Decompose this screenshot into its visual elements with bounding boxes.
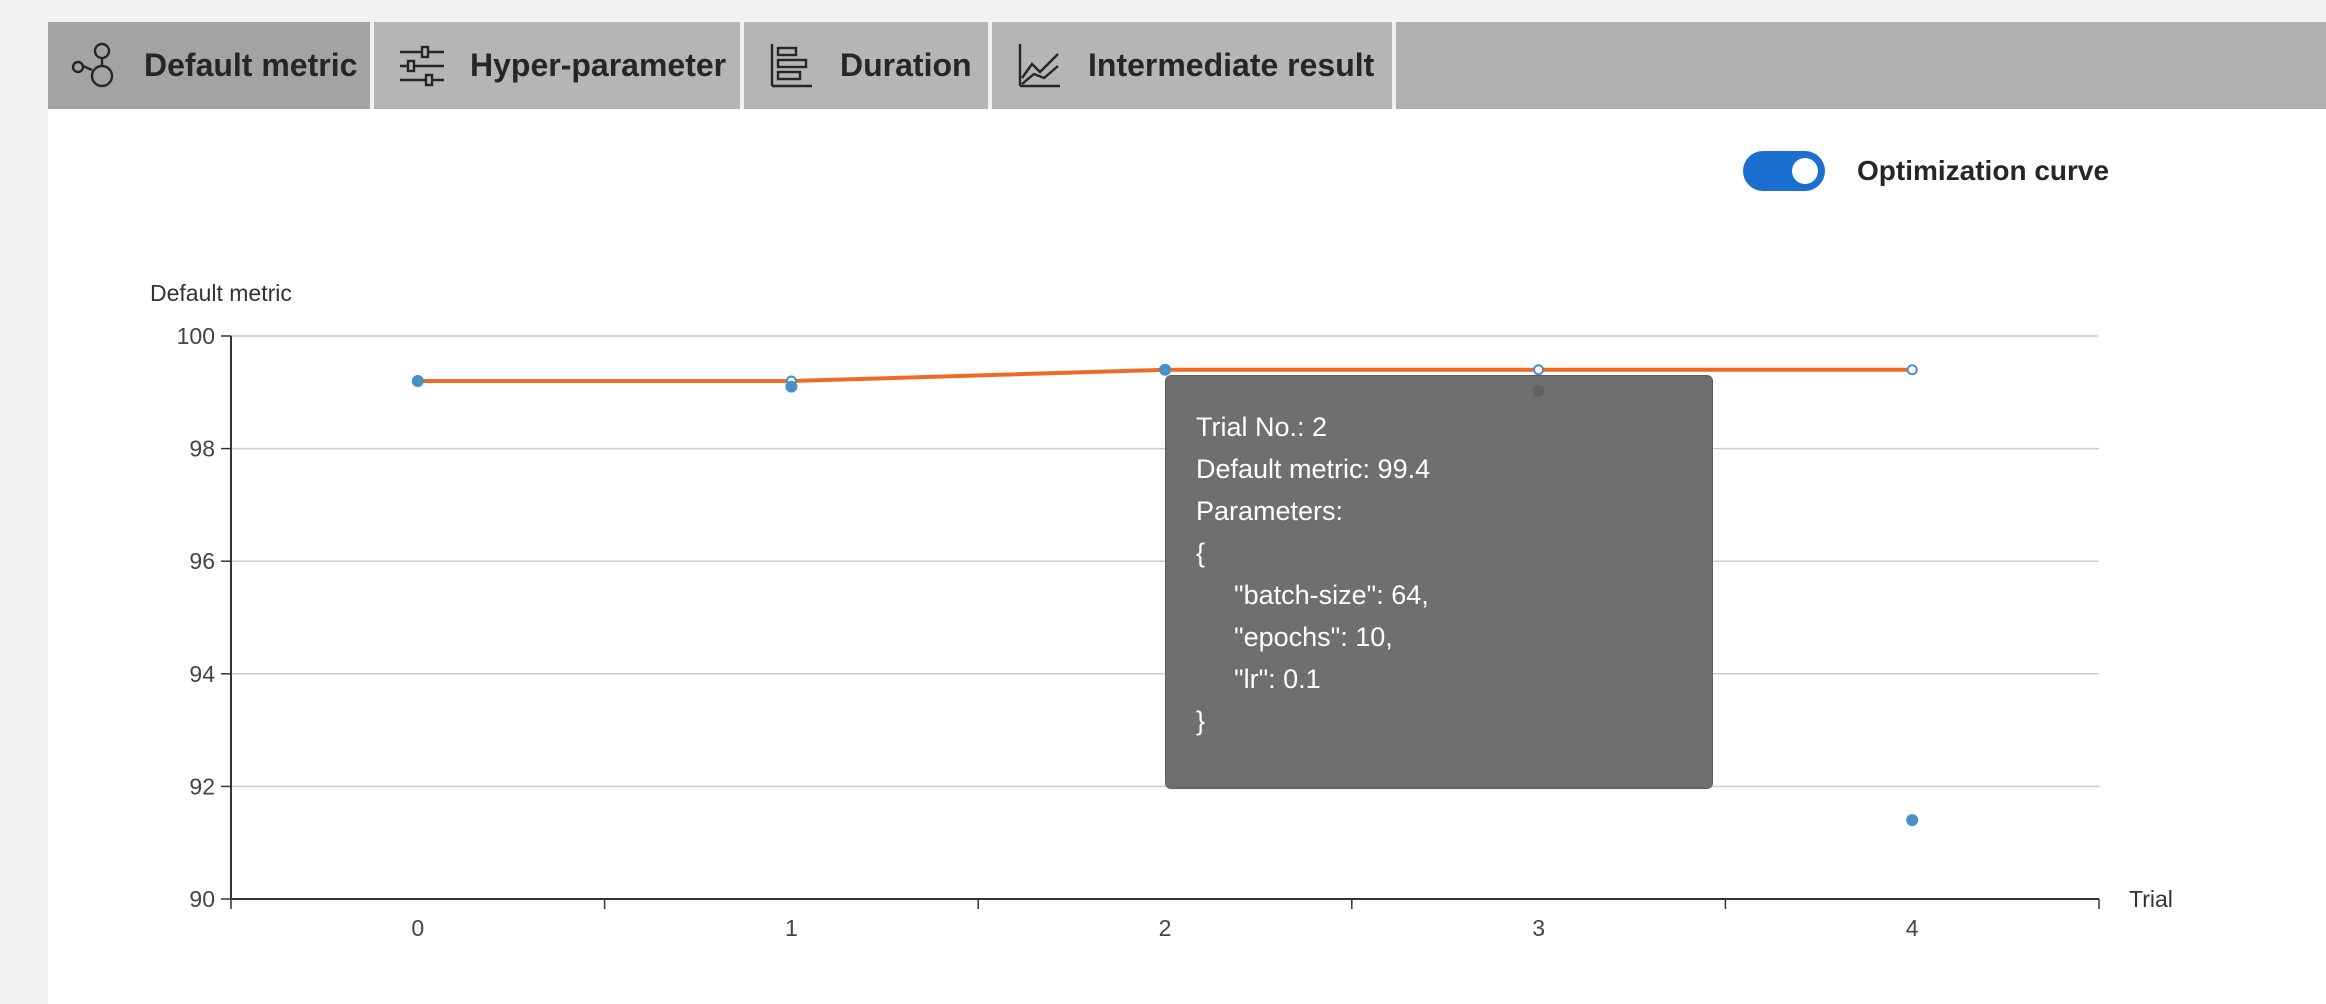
trial-point [411,375,424,388]
x-tick-label: 3 [1532,915,1545,941]
tooltip-param-batch-size: "batch-size": 64, [1234,580,1429,610]
trial-point [1906,814,1919,827]
trial-tooltip: Trial No.: 2 Default metric: 99.4 Parame… [1165,375,1713,789]
curve-point [1533,364,1545,376]
x-tick-label: 2 [1159,915,1172,941]
y-axis-title: Default metric [150,280,292,306]
y-tick-label: 96 [189,548,215,574]
y-tick-label: 92 [189,773,215,799]
tooltip-param-lr: "lr": 0.1 [1234,664,1321,694]
tooltip-metric: Default metric: 99.4 [1196,454,1431,484]
tooltip-param-epochs: "epochs": 10, [1234,622,1393,652]
curve-point [1906,364,1918,376]
trial-point [1159,363,1171,376]
trial-point [785,380,798,393]
tooltip-trial: Trial No.: 2 [1196,412,1328,442]
x-tick-label: 0 [411,915,424,941]
y-tick-label: 90 [189,886,215,912]
y-tick-label: 98 [189,436,215,462]
tooltip-brace-open: { [1196,538,1206,568]
y-tick-label: 100 [177,323,215,349]
y-tick-label: 94 [189,661,215,687]
metric-chart: 90 92 94 96 98 100 0 1 2 3 4 Default metric Trial [150,280,2173,941]
tooltip-brace-close: } [1196,706,1206,736]
x-axis-title: Trial [2129,886,2173,912]
x-tick-label: 4 [1906,915,1919,941]
tooltip-params-label: Parameters: [1196,496,1344,526]
x-tick-label: 1 [785,915,798,941]
